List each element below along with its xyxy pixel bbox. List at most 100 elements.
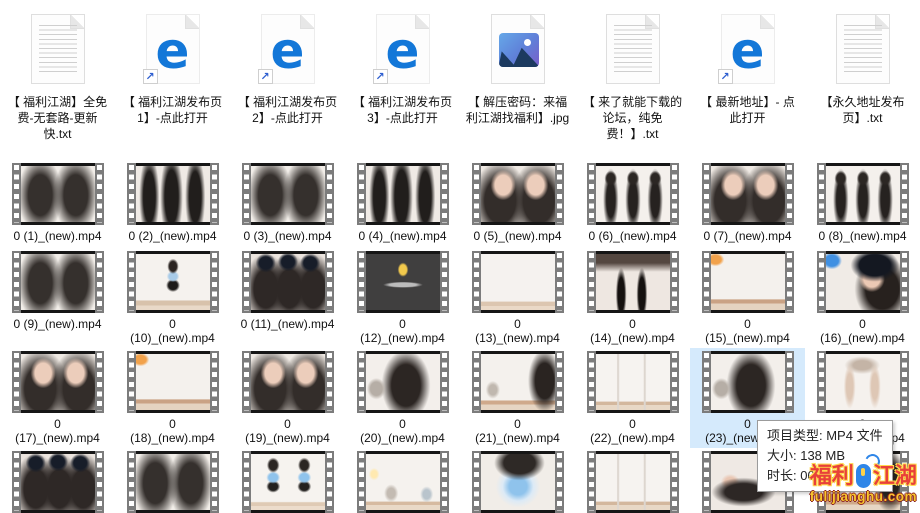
video-file-30[interactable] xyxy=(575,448,690,507)
file-icon-wrap: e ↗ xyxy=(376,6,430,92)
icon-row: 【 福利江湖】全免费-无套路-更新快.txt e ↗ 【 福利江湖发布页1】-点… xyxy=(0,6,920,160)
video-file-26[interactable] xyxy=(115,448,230,507)
video-thumbnail xyxy=(357,251,449,313)
filmstrip-sprocket xyxy=(670,451,679,513)
video-name-label: 0 (13)_(new).mp4 xyxy=(471,317,565,345)
thumbnail-frame xyxy=(251,451,325,513)
video-thumbnail xyxy=(242,251,334,313)
video-file-25[interactable] xyxy=(0,448,115,507)
video-thumbnail xyxy=(12,163,104,225)
video-file-22[interactable]: 0 (22)_(new).mp4 xyxy=(575,348,690,448)
video-file-3[interactable]: 0 (3)_(new).mp4 xyxy=(230,160,345,248)
filmstrip-sprocket xyxy=(587,163,596,225)
file-item-4[interactable]: e ↗ 【 福利江湖发布页3】-点此打开 xyxy=(345,6,460,160)
filmstrip-sprocket xyxy=(785,351,794,413)
filmstrip-sprocket xyxy=(900,251,909,313)
thumbnail-frame xyxy=(251,251,325,313)
video-thumbnail xyxy=(587,163,679,225)
filmstrip-sprocket xyxy=(900,163,909,225)
watermark-text-left: 福利 xyxy=(810,465,854,487)
thumbnail-frame xyxy=(826,351,900,413)
edge-url-file-icon: e ↗ xyxy=(376,14,430,84)
file-item-3[interactable]: e ↗ 【 福利江湖发布页2】-点此打开 xyxy=(230,6,345,160)
file-icon-wrap xyxy=(836,6,890,92)
video-name-label: 0 (7)_(new).mp4 xyxy=(701,229,795,243)
computer-mouse-icon xyxy=(856,464,871,488)
filmstrip-sprocket xyxy=(472,351,481,413)
video-file-2[interactable]: 0 (2)_(new).mp4 xyxy=(115,160,230,248)
video-name-label: 0 (11)_(new).mp4 xyxy=(241,317,335,331)
thumbnail-frame xyxy=(596,251,670,313)
video-file-19[interactable]: 0 (19)_(new).mp4 xyxy=(230,348,345,448)
video-file-11[interactable]: 0 (11)_(new).mp4 xyxy=(230,248,345,348)
video-file-27[interactable] xyxy=(230,448,345,507)
filmstrip-sprocket xyxy=(702,451,711,513)
filmstrip-sprocket xyxy=(670,351,679,413)
video-file-8[interactable]: 0 (8)_(new).mp4 xyxy=(805,160,920,248)
video-file-7[interactable]: 0 (7)_(new).mp4 xyxy=(690,160,805,248)
file-item-5[interactable]: 【 解压密码：来福利江湖找福利】.jpg xyxy=(460,6,575,160)
file-item-1[interactable]: 【 福利江湖】全免费-无套路-更新快.txt xyxy=(0,6,115,160)
file-name-label: 【 福利江湖发布页1】-点此打开 xyxy=(120,94,226,126)
video-file-15[interactable]: 0 (15)_(new).mp4 xyxy=(690,248,805,348)
filmstrip-sprocket xyxy=(472,251,481,313)
video-name-label: 0 (12)_(new).mp4 xyxy=(356,317,450,345)
video-thumbnail xyxy=(12,351,104,413)
video-file-10[interactable]: 0 (10)_(new).mp4 xyxy=(115,248,230,348)
video-file-29[interactable] xyxy=(460,448,575,507)
video-name-label: 0 (2)_(new).mp4 xyxy=(126,229,220,243)
video-file-9[interactable]: 0 (9)_(new).mp4 xyxy=(0,248,115,348)
video-name-label: 0 (6)_(new).mp4 xyxy=(586,229,680,243)
video-file-16[interactable]: 0 (16)_(new).mp4 xyxy=(805,248,920,348)
text-lines xyxy=(844,25,882,74)
filmstrip-sprocket xyxy=(440,351,449,413)
filmstrip-sprocket xyxy=(817,163,826,225)
sun-dot xyxy=(524,39,531,46)
filmstrip-sprocket xyxy=(127,251,136,313)
video-file-5[interactable]: 0 (5)_(new).mp4 xyxy=(460,160,575,248)
video-file-17[interactable]: 0 (17)_(new).mp4 xyxy=(0,348,115,448)
file-item-2[interactable]: e ↗ 【 福利江湖发布页1】-点此打开 xyxy=(115,6,230,160)
video-file-13[interactable]: 0 (13)_(new).mp4 xyxy=(460,248,575,348)
text-file-icon xyxy=(31,14,85,84)
video-name-label: 0 (20)_(new).mp4 xyxy=(356,417,450,445)
video-file-18[interactable]: 0 (18)_(new).mp4 xyxy=(115,348,230,448)
video-thumbnail xyxy=(472,163,564,225)
watermark-text-right: 江湖 xyxy=(873,465,917,487)
image-file-icon xyxy=(491,14,545,84)
filmstrip-sprocket xyxy=(555,451,564,513)
thumbnail-frame xyxy=(366,251,440,313)
file-item-6[interactable]: 【 来了就能下载的论坛，纯免费！】.txt xyxy=(575,6,690,160)
video-file-20[interactable]: 0 (20)_(new).mp4 xyxy=(345,348,460,448)
thumbnail-frame xyxy=(21,163,95,225)
file-item-8[interactable]: 【永久地址发布页】.txt xyxy=(805,6,920,160)
filmstrip-sprocket xyxy=(357,451,366,513)
filmstrip-sprocket xyxy=(12,451,21,513)
video-file-21[interactable]: 0 (21)_(new).mp4 xyxy=(460,348,575,448)
video-thumbnail xyxy=(817,351,909,413)
thumbnail-frame xyxy=(366,163,440,225)
watermark-logo: 福利 江湖 xyxy=(810,464,917,488)
video-file-28[interactable] xyxy=(345,448,460,507)
file-name-label: 【 福利江湖发布页2】-点此打开 xyxy=(235,94,341,126)
file-icon-wrap: e ↗ xyxy=(146,6,200,92)
thumbnail-frame xyxy=(136,251,210,313)
explorer-content-area[interactable]: { "window": { "background": "#ffffff", "… xyxy=(0,0,920,507)
video-file-14[interactable]: 0 (14)_(new).mp4 xyxy=(575,248,690,348)
video-file-6[interactable]: 0 (6)_(new).mp4 xyxy=(575,160,690,248)
video-file-1[interactable]: 0 (1)_(new).mp4 xyxy=(0,160,115,248)
thumbnail-frame xyxy=(136,451,210,513)
filmstrip-sprocket xyxy=(785,163,794,225)
video-file-4[interactable]: 0 (4)_(new).mp4 xyxy=(345,160,460,248)
video-thumbnail xyxy=(472,251,564,313)
filmstrip-sprocket xyxy=(95,351,104,413)
file-item-7[interactable]: e ↗ 【 最新地址】- 点此打开 xyxy=(690,6,805,160)
file-icon-wrap xyxy=(31,6,85,92)
edge-url-file-icon: e ↗ xyxy=(146,14,200,84)
filmstrip-sprocket xyxy=(357,163,366,225)
filmstrip-sprocket xyxy=(817,251,826,313)
filmstrip-sprocket xyxy=(210,451,219,513)
video-file-12[interactable]: 0 (12)_(new).mp4 xyxy=(345,248,460,348)
file-icon-wrap: e ↗ xyxy=(261,6,315,92)
shortcut-arrow-icon: ↗ xyxy=(373,69,388,84)
